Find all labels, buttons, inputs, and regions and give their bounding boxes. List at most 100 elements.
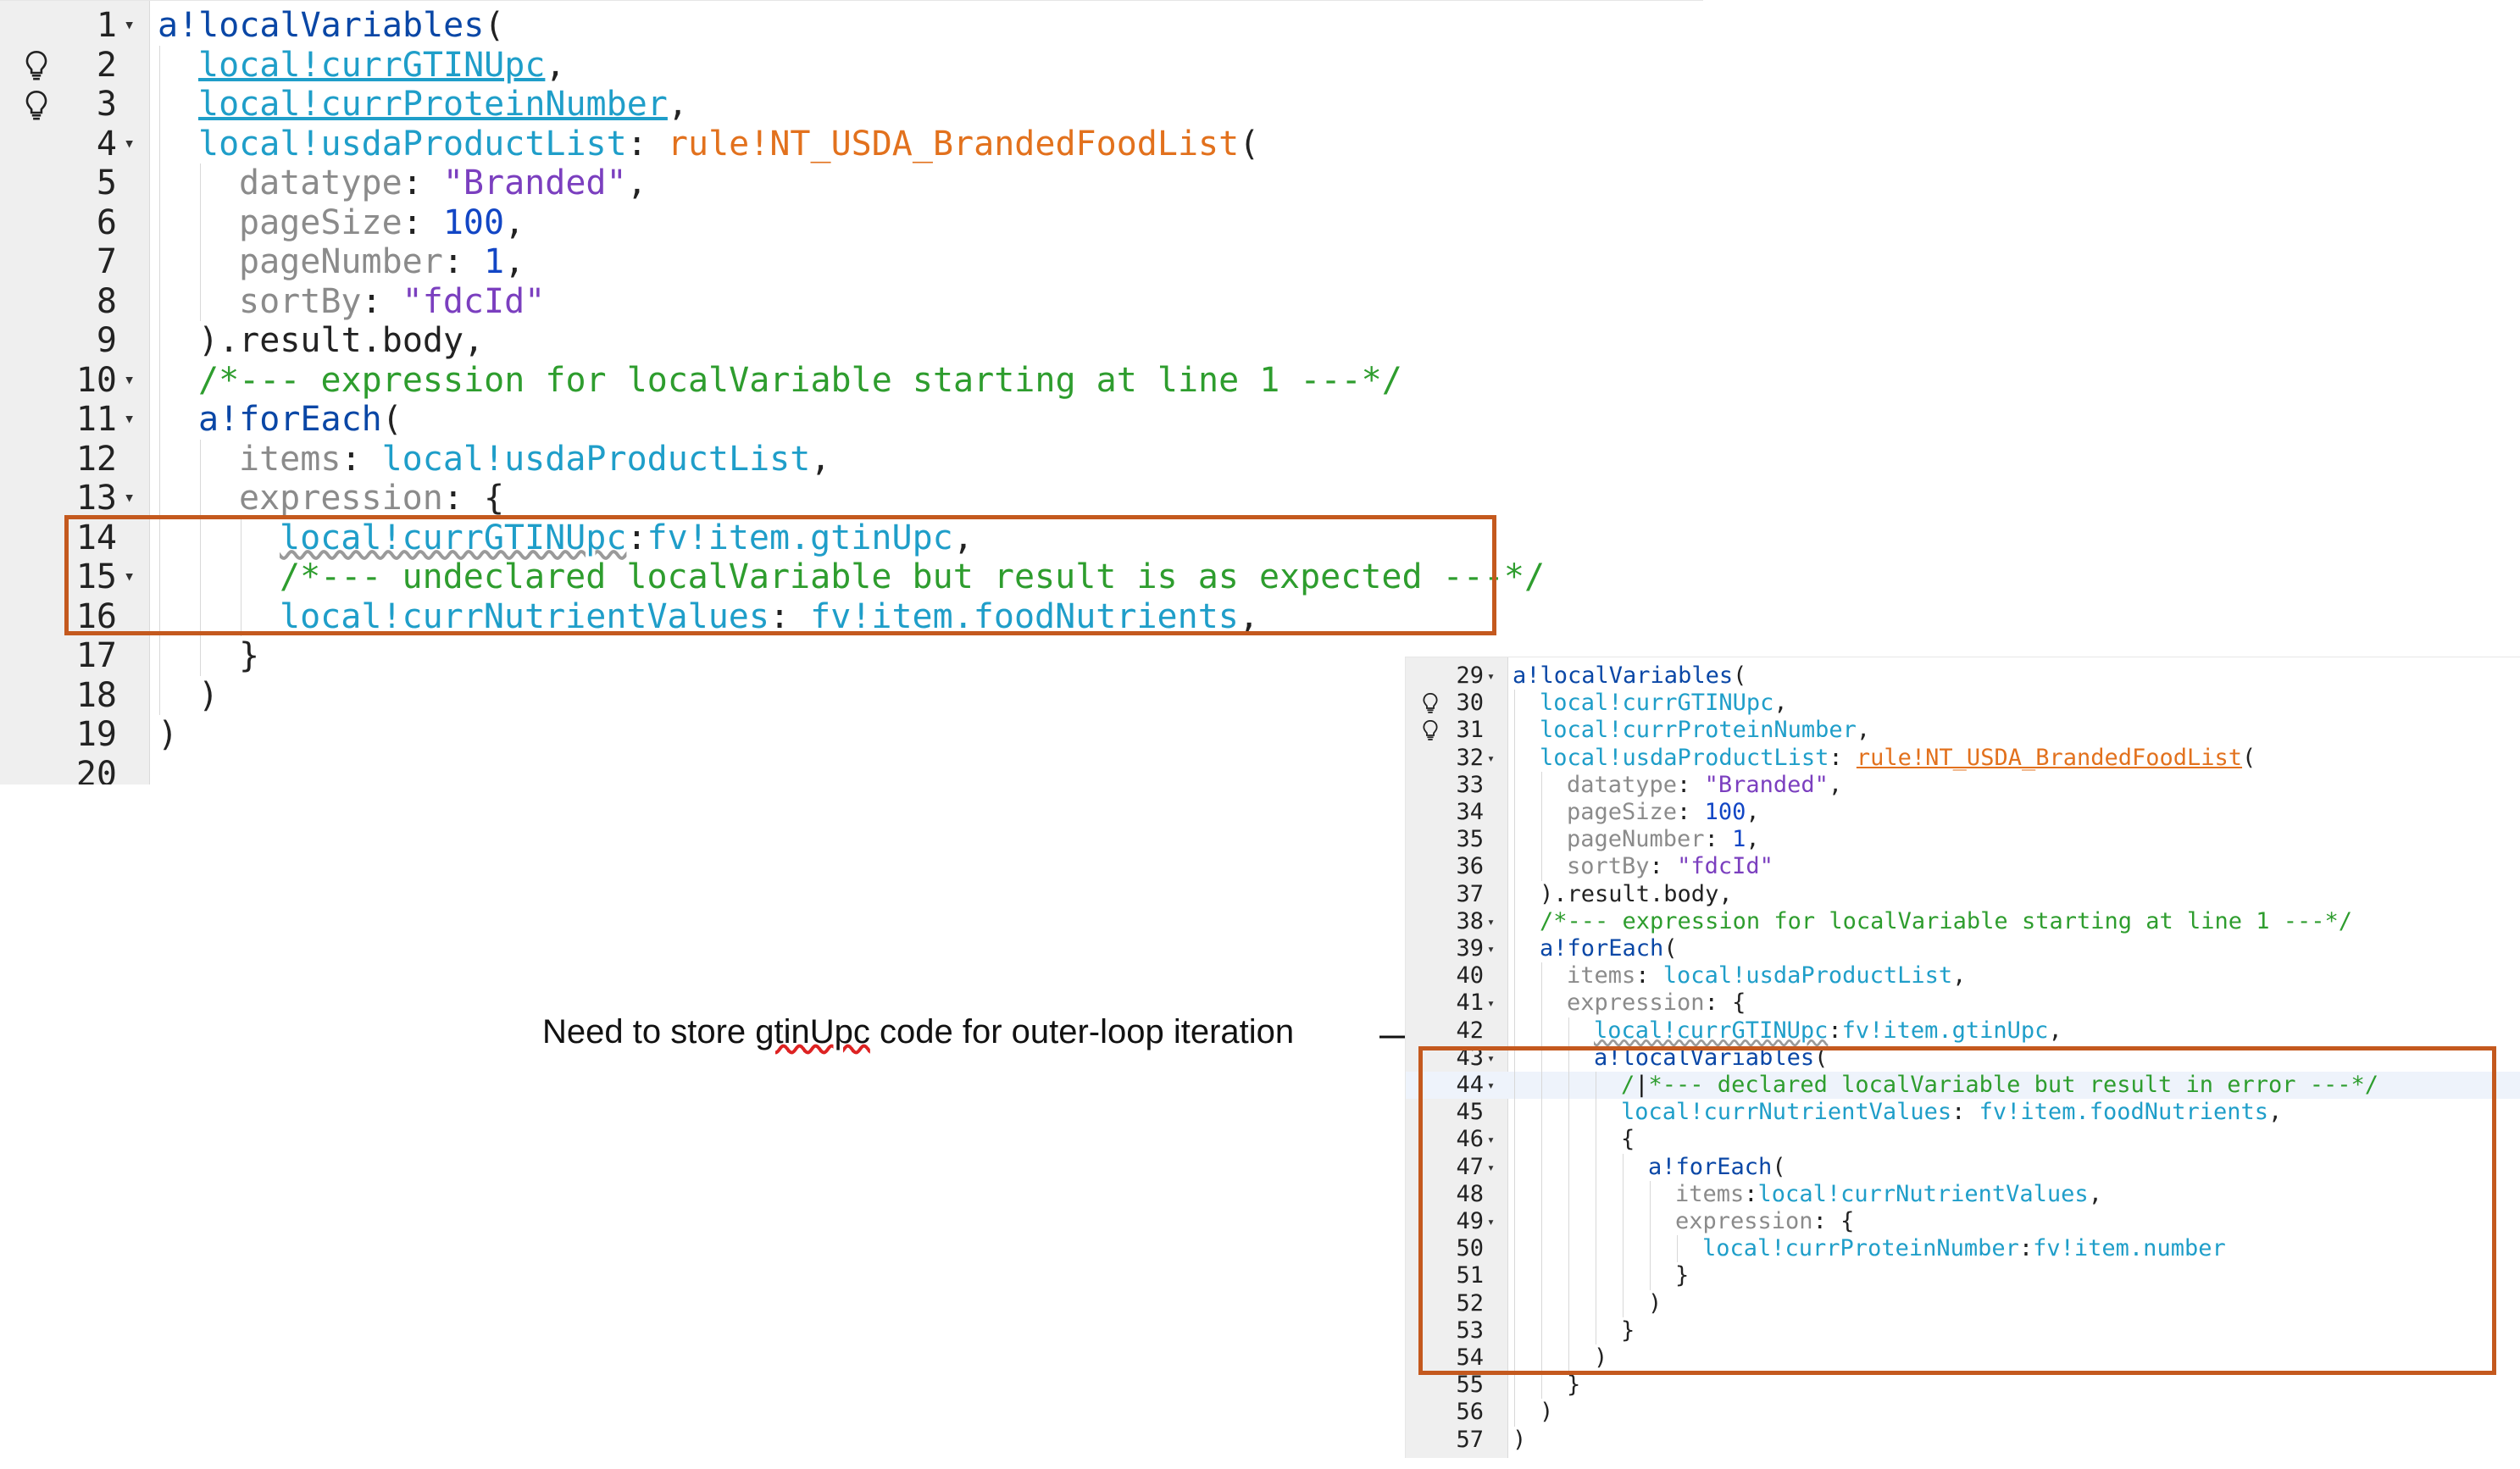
fold-toggle-icon[interactable]: ▾ (124, 479, 135, 518)
code-line[interactable]: 31 local!currProteinNumber, (1406, 717, 2520, 745)
code-line[interactable]: 3 local!currProteinNumber, (0, 85, 1703, 125)
code-token: ).result.body, (198, 321, 485, 360)
code-line[interactable]: 39 ▾ a!forEach( (1406, 935, 2520, 963)
code-line[interactable]: 2 local!currGTINUpc, (0, 45, 1703, 85)
code-token: , (545, 45, 566, 85)
indent-guide (1514, 717, 1515, 745)
highlight-box-declared (1418, 1046, 2496, 1375)
code-token: local!currProteinNumber (198, 85, 668, 124)
line-number: 11 (75, 400, 117, 439)
annotation-text-start: Need to store (542, 1013, 756, 1050)
code-text: pageSize: 100, (1567, 799, 1760, 826)
line-number: 40 (1456, 962, 1484, 989)
indent-guide (200, 164, 201, 203)
code-token: a!localVariables (1513, 662, 1734, 689)
code-token: , (2048, 1017, 2062, 1044)
code-token: : { (442, 479, 505, 518)
line-number: 8 (96, 281, 117, 321)
code-line[interactable]: 8 sortBy: "fdcId" (0, 281, 1703, 321)
code-text: a!localVariables( (1513, 662, 1746, 690)
fold-toggle-icon[interactable]: ▾ (1487, 745, 1495, 772)
code-line[interactable]: 56) (1406, 1399, 2520, 1427)
fold-toggle-icon[interactable]: ▾ (124, 6, 135, 46)
code-text: a!forEach( (1540, 935, 1678, 962)
indent-guide (1514, 771, 1515, 799)
indent-guide (1541, 771, 1542, 799)
code-line[interactable]: 6 pageSize: 100, (0, 202, 1703, 242)
code-line[interactable]: 40 items: local!usdaProductList, (1406, 962, 2520, 990)
code-line[interactable]: 57) (1406, 1427, 2520, 1454)
code-line[interactable]: 35 pageNumber: 1, (1406, 826, 2520, 854)
code-token: datatype (239, 164, 402, 202)
indent-guide (1514, 907, 1515, 935)
code-token: : (1649, 853, 1678, 880)
indent-guide (159, 321, 160, 361)
code-line[interactable]: 42 local!currGTINUpc:fv!item.gtinUpc, (1406, 1017, 2520, 1045)
code-text: /*--- expression for localVariable start… (198, 361, 1402, 401)
indent-guide (1541, 1017, 1542, 1045)
code-line[interactable]: 33 datatype: "Branded", (1406, 771, 2520, 799)
code-token: : (1829, 744, 1857, 771)
code-token: , (626, 164, 647, 202)
code-token: pageNumber (239, 242, 443, 281)
code-text: sortBy: "fdcId" (1567, 853, 1773, 880)
code-token: : { (1704, 989, 1746, 1017)
code-token: local!usdaProductList (1662, 962, 1953, 989)
code-token: ) (1513, 1426, 1527, 1453)
code-line[interactable]: 13 ▾ expression: { (0, 479, 1703, 518)
code-token: ) (158, 715, 179, 754)
code-line[interactable]: 30 local!currGTINUpc, (1406, 690, 2520, 718)
code-line[interactable]: 36 sortBy: "fdcId" (1406, 853, 2520, 881)
code-text: local!usdaProductList: rule!NT_USDA_Bran… (1540, 745, 2256, 772)
code-line[interactable]: 4 ▾ local!usdaProductList: rule!NT_USDA_Br… (0, 124, 1703, 164)
fold-toggle-icon[interactable]: ▾ (124, 400, 135, 440)
code-token: 100 (442, 202, 505, 242)
code-text: local!currProteinNumber, (1540, 717, 1870, 744)
code-line[interactable]: 32 ▾ local!usdaProductList: rule!NT_USDA_B… (1406, 744, 2520, 772)
code-line[interactable]: 1 ▾ a!localVariables( (0, 6, 1703, 46)
code-token: "fdcId" (1677, 853, 1773, 880)
code-line[interactable]: 34 pageSize: 100, (1406, 799, 2520, 827)
code-line[interactable]: 7 pageNumber: 1, (0, 242, 1703, 282)
code-token: ( (1663, 935, 1678, 962)
line-number: 9 (96, 321, 117, 360)
fold-toggle-icon[interactable]: ▾ (1487, 989, 1495, 1017)
annotation-text: Need to store gtinUpc code for outer-loo… (542, 1013, 1294, 1051)
code-line[interactable]: 41 ▾ expression: { (1406, 989, 2520, 1017)
fold-toggle-icon[interactable]: ▾ (1487, 935, 1495, 962)
line-number: 55 (1456, 1372, 1484, 1399)
code-token: 1 (1732, 826, 1746, 853)
fold-toggle-icon[interactable]: ▾ (124, 361, 135, 401)
code-line[interactable]: 5 datatype: "Branded", (0, 164, 1703, 203)
code-line[interactable]: 12 items: local!usdaProductList, (0, 439, 1703, 479)
code-line[interactable]: 9 ).result.body, (0, 321, 1703, 361)
indent-guide (159, 124, 160, 164)
indent-guide (159, 164, 160, 203)
code-token: ( (2242, 744, 2256, 771)
code-token: items (1567, 962, 1636, 989)
fold-toggle-icon[interactable]: ▾ (1487, 908, 1495, 935)
code-token: ( (484, 6, 505, 45)
code-line[interactable]: 10 ▾ /*--- expression for localVariable st… (0, 360, 1703, 401)
code-token: "Branded" (442, 164, 627, 202)
code-line[interactable]: 37).result.body, (1406, 880, 2520, 908)
code-token: pageSize (239, 202, 402, 242)
code-text: expression: { (1567, 989, 1746, 1017)
fold-toggle-icon[interactable]: ▾ (1487, 662, 1495, 690)
code-line[interactable]: 38 ▾ /*--- expression for localVariable st… (1406, 907, 2520, 935)
line-number: 17 (75, 636, 117, 675)
indent-guide (1541, 799, 1542, 827)
indent-guide (159, 85, 160, 125)
code-token: : (341, 439, 382, 479)
code-token: : (1677, 771, 1705, 798)
code-line[interactable]: 55} (1406, 1372, 2520, 1400)
code-text: ).result.body, (1540, 881, 1733, 908)
indent-guide (159, 281, 160, 321)
fold-toggle-icon[interactable]: ▾ (124, 125, 135, 164)
line-number: 18 (75, 675, 117, 715)
code-token: , (1828, 771, 1843, 798)
line-number: 4 (96, 124, 117, 164)
code-line[interactable]: 11 ▾ a!forEach( (0, 400, 1703, 440)
code-line[interactable]: 29 ▾ a!localVariables( (1406, 662, 2520, 690)
code-token: /*--- expression for localVariable start… (198, 360, 1402, 400)
